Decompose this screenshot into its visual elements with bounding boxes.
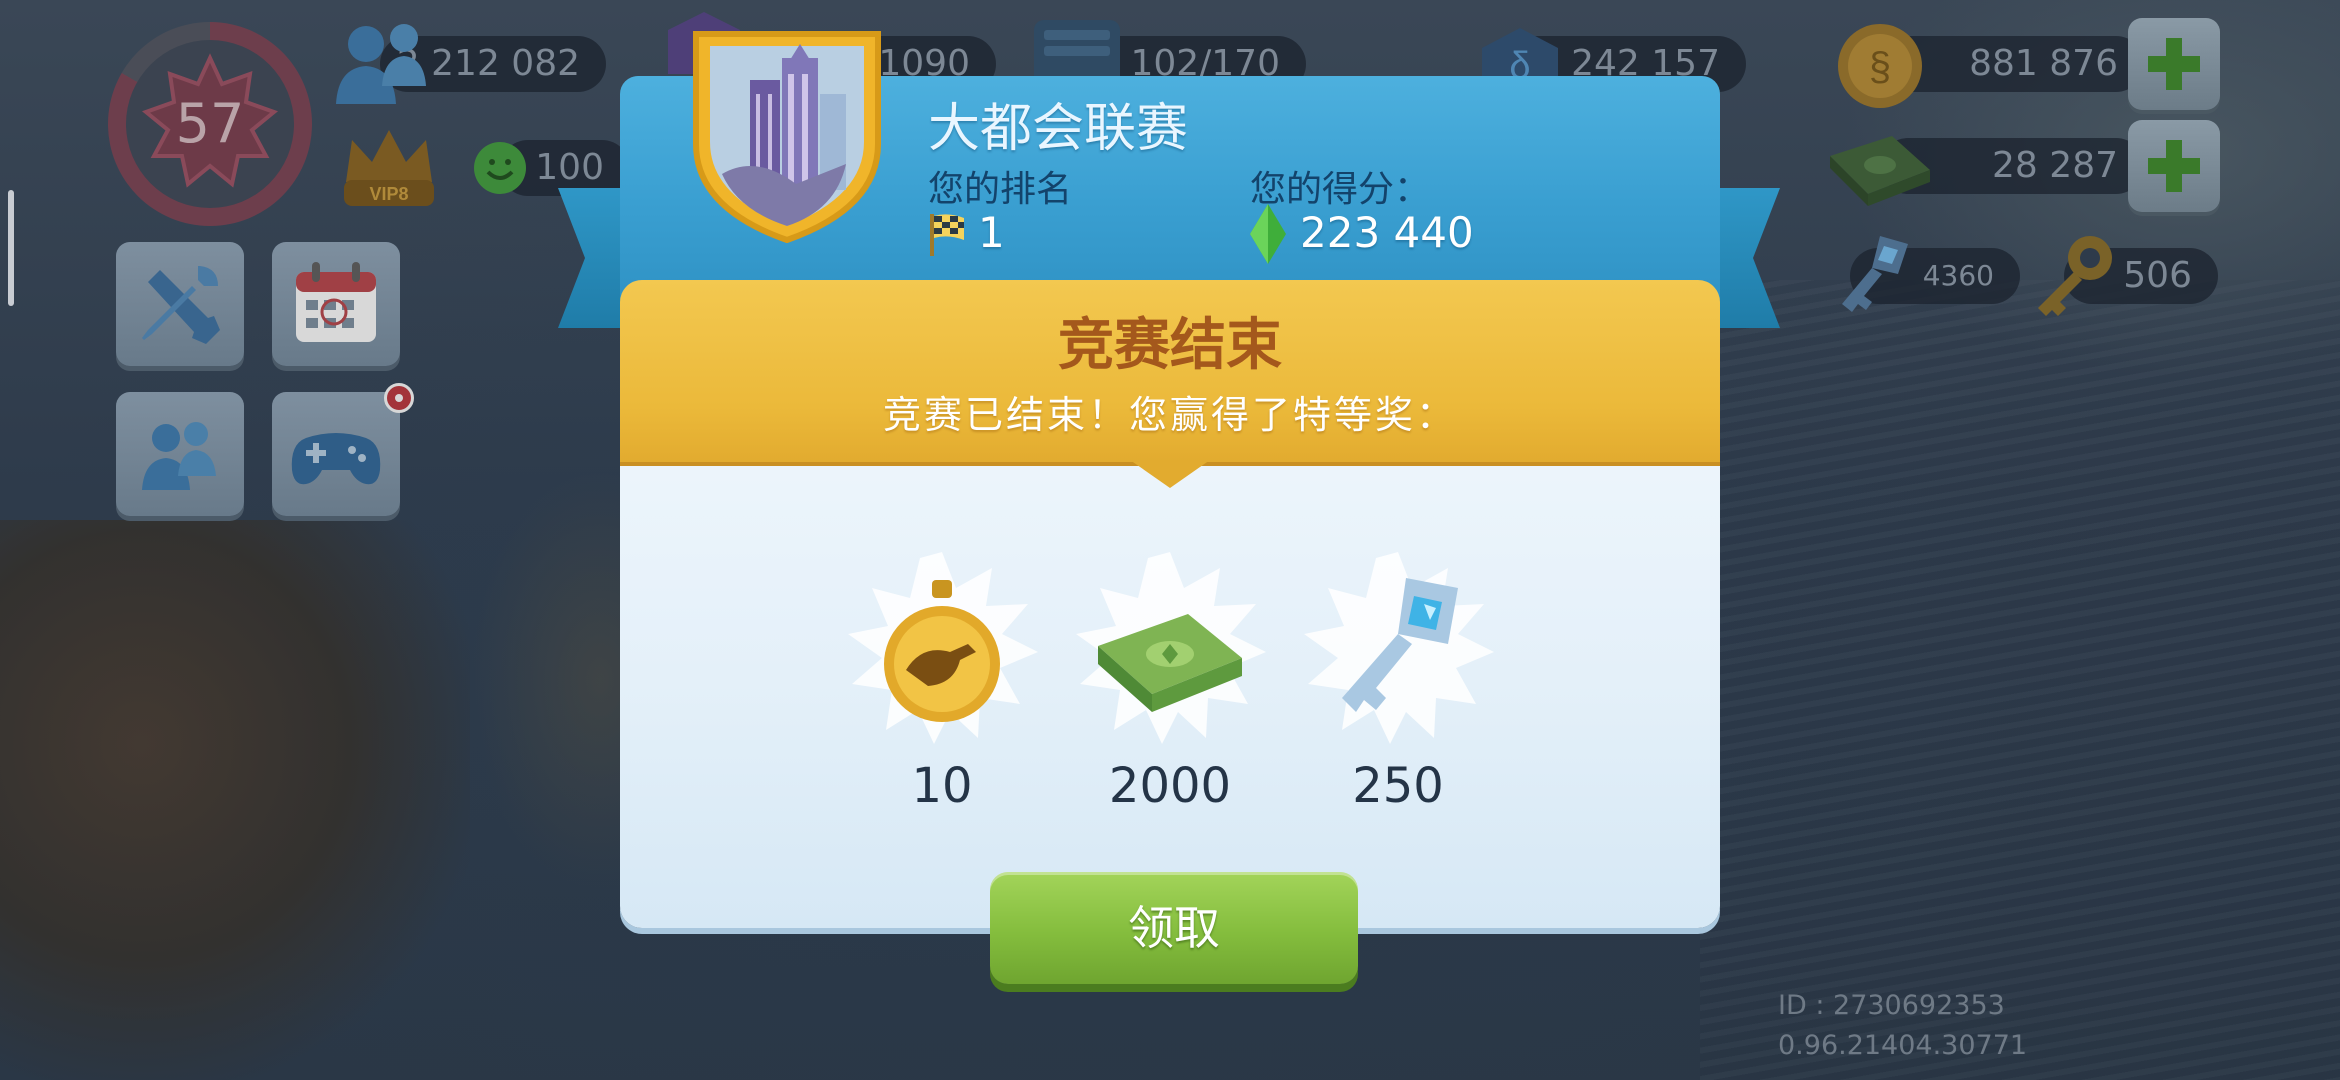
simoleon-coin-icon: § <box>1838 24 1922 108</box>
simcash-icon <box>1830 136 1930 206</box>
golden-key-icon <box>2038 236 2112 316</box>
calendar-icon <box>296 262 376 342</box>
reward-item: 250 <box>1288 548 1508 814</box>
vip-crown-icon[interactable]: VIP8 <box>336 120 442 216</box>
reward-amount: 10 <box>911 758 973 814</box>
tools-icon <box>142 266 220 344</box>
smiley-icon <box>474 142 526 194</box>
gamepad-icon <box>291 433 381 485</box>
settings-button[interactable] <box>116 242 244 366</box>
platinum-key-icon <box>1304 552 1494 744</box>
friends-button[interactable] <box>116 392 244 516</box>
level-number: 57 <box>175 92 245 155</box>
platinum-key-icon <box>1842 236 1908 312</box>
reward-amount: 250 <box>1352 758 1444 814</box>
version-number: 0.96.21404.30771 <box>1778 1030 2028 1061</box>
checkered-flag-icon <box>930 214 964 256</box>
league-title: 大都会联赛 <box>928 99 1189 159</box>
side-panel-handle[interactable] <box>8 190 14 306</box>
contest-over-title: 竞赛结束 <box>1058 313 1282 378</box>
league-shield-icon <box>693 31 881 244</box>
notification-badge <box>384 383 414 413</box>
add-simcash-button[interactable] <box>2128 120 2220 212</box>
green-gem-icon <box>1250 204 1286 264</box>
games-button[interactable] <box>272 392 400 516</box>
level-badge: 57 <box>126 40 294 208</box>
score-value: 223 440 <box>1300 208 1474 257</box>
claim-button[interactable]: 领取 <box>990 872 1358 984</box>
plus-icon <box>2148 38 2200 90</box>
population-icon <box>336 24 426 104</box>
contest-over-message: 竞赛已结束！您赢得了特等奖： <box>882 393 1457 437</box>
player-id: ID : 2730692353 <box>1778 990 2005 1021</box>
reward-item: 2000 <box>1060 548 1280 814</box>
background-island <box>0 520 470 1080</box>
reward-item: 10 <box>832 548 1052 814</box>
background-water <box>1700 280 2340 1080</box>
speedup-token-icon <box>848 552 1038 744</box>
simcash-icon <box>1076 552 1266 744</box>
friends-icon <box>142 422 216 490</box>
calendar-button[interactable] <box>272 242 400 366</box>
vip-label: VIP8 <box>369 184 408 204</box>
rank-label: 您的排名 <box>928 169 1073 210</box>
add-simoleons-button[interactable] <box>2128 18 2220 110</box>
svg-text:§: § <box>1869 45 1891 89</box>
plus-icon <box>2148 140 2200 192</box>
level-indicator[interactable]: 57 <box>108 22 312 226</box>
rank-value: 1 <box>978 208 1005 257</box>
reward-amount: 2000 <box>1108 758 1232 814</box>
